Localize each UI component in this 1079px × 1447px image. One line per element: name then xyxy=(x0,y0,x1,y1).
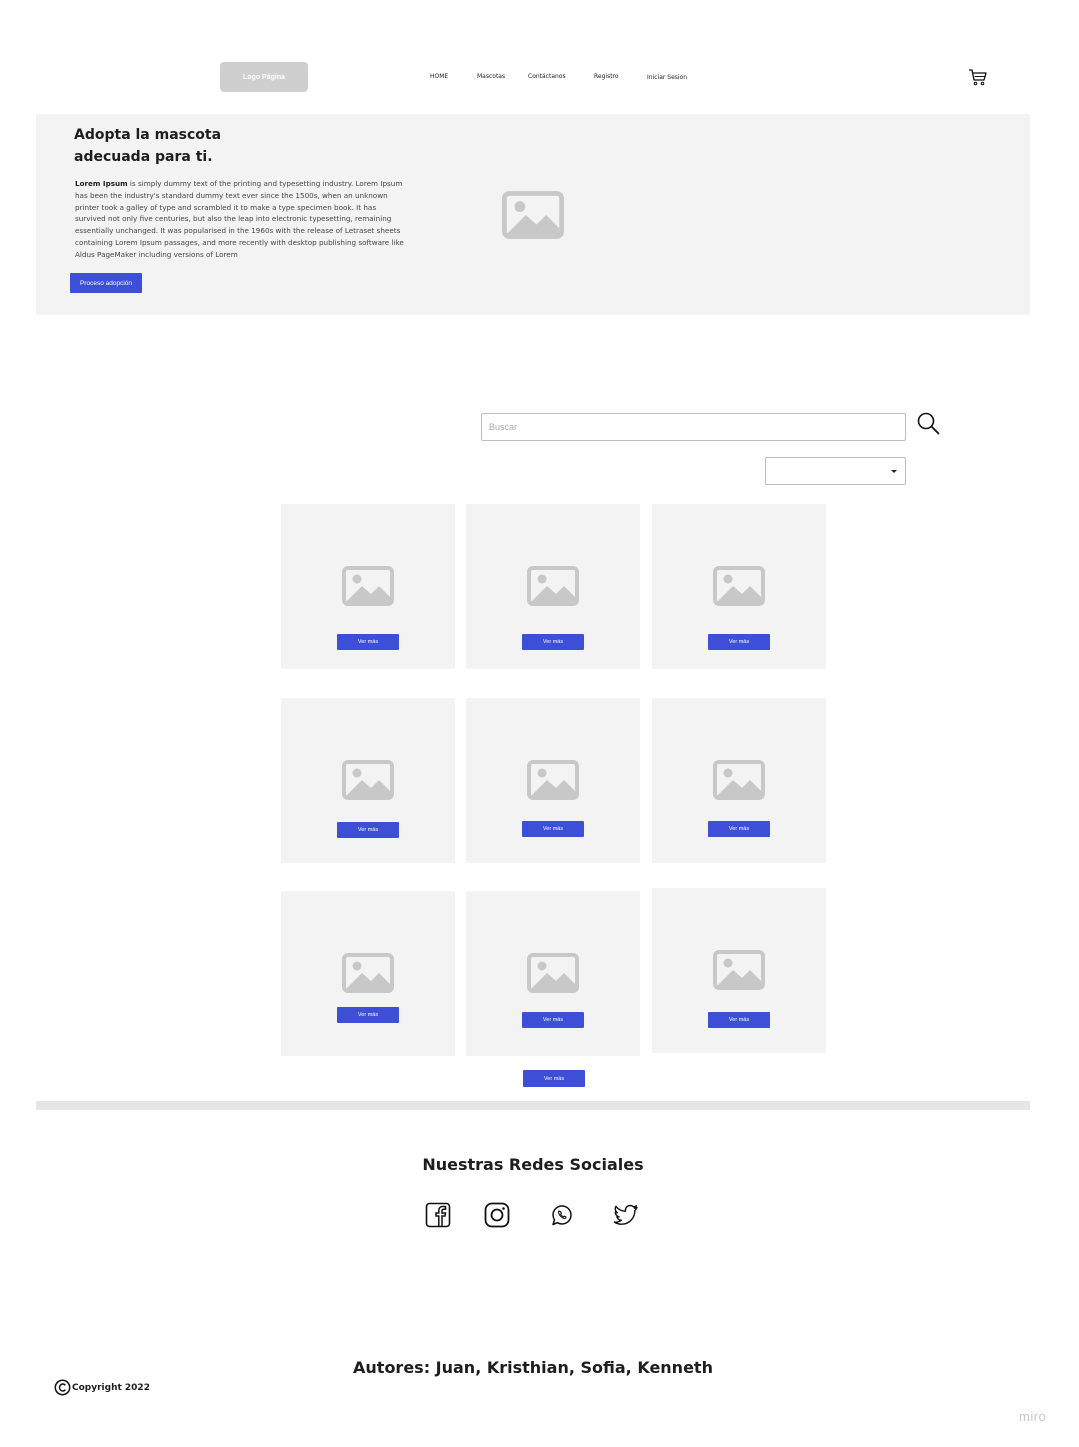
see-more-button[interactable]: Ver más xyxy=(708,1012,770,1028)
hero-title-line1: Adopta la mascota xyxy=(74,127,222,143)
see-more-button[interactable]: Ver más xyxy=(522,1012,584,1028)
hero-description: Lorem Ipsum is simply dummy text of the … xyxy=(75,178,405,261)
see-more-button[interactable]: Ver más xyxy=(522,634,584,650)
copyright: Copyright 2022 xyxy=(54,1379,150,1396)
see-more-button[interactable]: Ver más xyxy=(708,634,770,650)
search-input[interactable] xyxy=(481,413,906,441)
image-placeholder-icon xyxy=(502,191,564,239)
logo[interactable]: Logo Página xyxy=(220,62,308,92)
authors: Autores: Juan, Kristhian, Sofia, Kenneth xyxy=(353,1358,713,1377)
pet-card: Ver más xyxy=(281,504,455,669)
chevron-down-icon xyxy=(891,470,897,473)
image-placeholder-icon xyxy=(713,950,765,990)
hero-text-bold: Lorem Ipsum xyxy=(75,179,128,188)
hero-text-body: is simply dummy text of the printing and… xyxy=(75,179,404,259)
filter-dropdown[interactable] xyxy=(765,457,906,485)
pet-card: Ver más xyxy=(652,888,826,1053)
hero-title-line2: adecuada para ti. xyxy=(74,149,213,165)
load-more-button[interactable]: Ver más xyxy=(523,1070,585,1087)
footer-divider xyxy=(36,1101,1030,1110)
twitter-icon[interactable] xyxy=(613,1202,639,1228)
see-more-button[interactable]: Ver más xyxy=(337,822,399,838)
whatsapp-icon[interactable] xyxy=(549,1202,575,1228)
image-placeholder-icon xyxy=(527,760,579,800)
pet-card: Ver más xyxy=(652,698,826,863)
see-more-button[interactable]: Ver más xyxy=(708,821,770,837)
pet-card: Ver más xyxy=(281,891,455,1056)
image-placeholder-icon xyxy=(342,760,394,800)
copyright-icon xyxy=(54,1379,71,1396)
nav-contactanos[interactable]: Contáctanos xyxy=(528,73,566,80)
nav-home[interactable]: HOME xyxy=(430,73,448,80)
nav-iniciar-sesion[interactable]: Iniciar Sesion xyxy=(647,74,687,81)
pet-card: Ver más xyxy=(466,504,640,669)
see-more-button[interactable]: Ver más xyxy=(337,1007,399,1023)
social-title: Nuestras Redes Sociales xyxy=(422,1155,644,1174)
pet-card: Ver más xyxy=(466,698,640,863)
image-placeholder-icon xyxy=(713,760,765,800)
pet-card: Ver más xyxy=(466,891,640,1056)
see-more-button[interactable]: Ver más xyxy=(522,821,584,837)
pet-card: Ver más xyxy=(652,504,826,669)
nav-mascotas[interactable]: Mascotas xyxy=(477,73,505,80)
image-placeholder-icon xyxy=(527,566,579,606)
shopping-cart-icon[interactable] xyxy=(968,68,988,86)
adoption-process-button[interactable]: Proceso adopción xyxy=(70,273,142,293)
see-more-button[interactable]: Ver más xyxy=(337,634,399,650)
facebook-icon[interactable] xyxy=(425,1202,451,1228)
image-placeholder-icon xyxy=(527,953,579,993)
nav-registro[interactable]: Registro xyxy=(594,73,619,80)
search-icon[interactable] xyxy=(916,411,940,435)
watermark: miro xyxy=(1019,1409,1047,1424)
copyright-text: Copyright 2022 xyxy=(72,1382,150,1393)
pet-card: Ver más xyxy=(281,698,455,863)
instagram-icon[interactable] xyxy=(484,1202,510,1228)
hero-title: Adopta la mascota adecuada para ti. xyxy=(74,124,274,168)
image-placeholder-icon xyxy=(342,566,394,606)
image-placeholder-icon xyxy=(342,953,394,993)
image-placeholder-icon xyxy=(713,566,765,606)
